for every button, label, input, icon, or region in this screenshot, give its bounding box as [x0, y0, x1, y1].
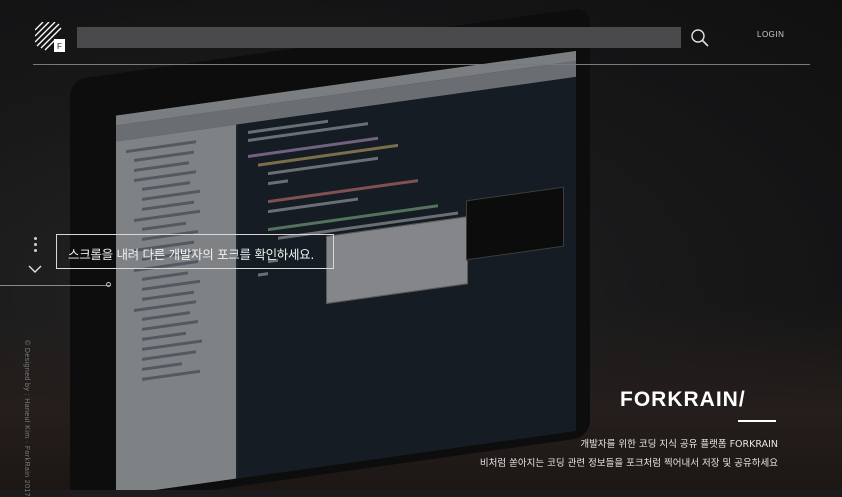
header-divider	[33, 64, 810, 65]
scroll-down-button[interactable]	[28, 259, 42, 273]
search-icon	[691, 29, 709, 47]
search-bar[interactable]	[77, 27, 681, 49]
copyright-text: © Designed by : Haneul Kim · ForkRain 20…	[23, 340, 30, 497]
brand-title: FORKRAIN/	[620, 388, 746, 411]
login-link[interactable]: LOGIN	[757, 30, 784, 39]
indicator-line	[0, 285, 110, 286]
forkrain-logo-icon[interactable]: F	[34, 21, 65, 52]
chevron-down-icon	[28, 265, 42, 273]
tagline-primary: 개발자를 위한 코딩 지식 공유 플랫폼 FORKRAIN	[580, 439, 778, 450]
search-button[interactable]	[690, 28, 710, 48]
logo-mark-text: F	[57, 42, 62, 51]
indicator-node	[106, 282, 111, 287]
scroll-dots	[34, 237, 38, 255]
brand-underline	[738, 420, 776, 422]
search-input[interactable]	[77, 28, 681, 49]
copyright-vertical: © Designed by : Haneul Kim · ForkRain 20…	[16, 340, 40, 497]
scroll-prompt-text: 스크롤을 내려 다른 개발자의 포크를 확인하세요.	[68, 247, 315, 262]
tagline-secondary: 비처럼 쏟아지는 코딩 관련 정보들을 포크처럼 찍어내서 저장 및 공유하세요	[479, 458, 778, 469]
